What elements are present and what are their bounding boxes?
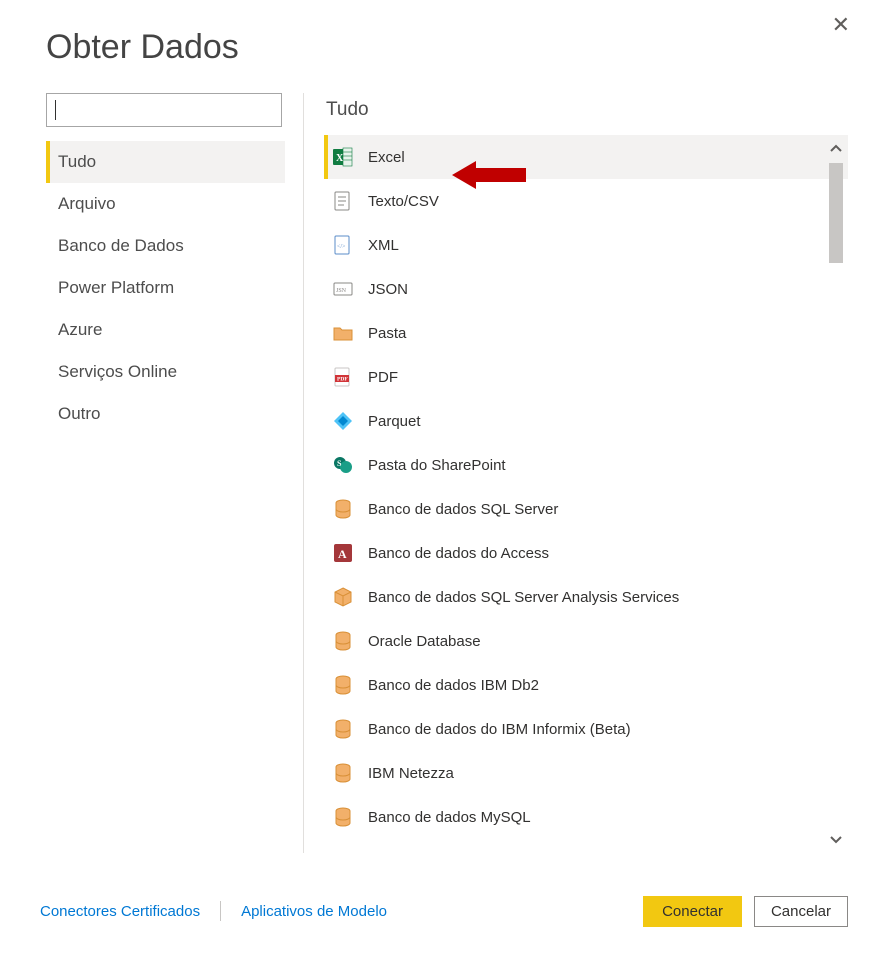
connector-item-cube-10[interactable]: Banco de dados SQL Server Analysis Servi… [324, 575, 848, 619]
category-item-banco-de-dados[interactable]: Banco de Dados [46, 225, 285, 267]
footer: Conectores Certificados Aplicativos de M… [34, 893, 848, 929]
connector-item-label: Banco de dados IBM Db2 [368, 677, 539, 694]
chevron-up-icon [829, 142, 843, 156]
category-item-label: Serviços Online [58, 362, 177, 381]
scroll-track[interactable] [829, 163, 843, 825]
category-item-label: Outro [58, 404, 101, 423]
connector-item-db-11[interactable]: Oracle Database [324, 619, 848, 663]
connector-item-db-14[interactable]: IBM Netezza [324, 751, 848, 795]
sharepoint-icon: S [332, 454, 354, 476]
main-panel: Tudo X Excel Texto/CSV </> XML JSN JSON Pasta PD… [304, 93, 848, 853]
connector-item-label: Banco de dados SQL Server [368, 501, 558, 518]
folder-icon [332, 322, 354, 344]
connector-item-label: Banco de dados do Access [368, 545, 549, 562]
svg-text:A: A [338, 547, 347, 561]
connector-item-label: PDF [368, 369, 398, 386]
access-icon: A [332, 542, 354, 564]
category-item-power-platform[interactable]: Power Platform [46, 267, 285, 309]
category-item-label: Azure [58, 320, 102, 339]
connector-item-db-13[interactable]: Banco de dados do IBM Informix (Beta) [324, 707, 848, 751]
chevron-down-icon [829, 832, 843, 846]
scrollbar[interactable] [824, 135, 848, 853]
category-item-label: Power Platform [58, 278, 174, 297]
panel-header: Tudo [324, 93, 848, 135]
category-item-label: Tudo [58, 152, 96, 171]
xml-icon: </> [332, 234, 354, 256]
connector-item-label: Pasta [368, 325, 406, 342]
connector-list-wrap: XExcelTexto/CSV</>XMLJSNJSONPastaPDFPDFP… [324, 135, 848, 853]
text-icon [332, 190, 354, 212]
category-item-serviços-online[interactable]: Serviços Online [46, 351, 285, 393]
cancel-button[interactable]: Cancelar [754, 896, 848, 927]
db-icon [332, 762, 354, 784]
connect-button[interactable]: Conectar [643, 896, 742, 927]
connector-item-db-8[interactable]: Banco de dados SQL Server [324, 487, 848, 531]
connector-list: XExcelTexto/CSV</>XMLJSNJSONPastaPDFPDFP… [324, 135, 848, 853]
scroll-down-button[interactable] [824, 825, 848, 853]
connector-item-label: Banco de dados MySQL [368, 809, 531, 826]
connector-item-pdf-5[interactable]: PDF PDF [324, 355, 848, 399]
excel-icon: X [332, 146, 354, 168]
connector-item-label: Oracle Database [368, 633, 481, 650]
connector-item-db-12[interactable]: Banco de dados IBM Db2 [324, 663, 848, 707]
db-icon [332, 630, 354, 652]
text-caret [55, 100, 56, 120]
connector-item-label: Parquet [368, 413, 421, 430]
connector-item-text-1[interactable]: Texto/CSV [324, 179, 848, 223]
svg-text:JSN: JSN [336, 288, 347, 294]
search-input[interactable] [46, 93, 282, 127]
category-item-tudo[interactable]: Tudo [46, 141, 285, 183]
connector-item-db-15[interactable]: Banco de dados MySQL [324, 795, 848, 839]
scroll-up-button[interactable] [824, 135, 848, 163]
connector-item-label: Excel [368, 149, 405, 166]
connector-item-label: IBM Netezza [368, 765, 454, 782]
close-icon: ✕ [832, 12, 850, 37]
connector-item-access-9[interactable]: A Banco de dados do Access [324, 531, 848, 575]
connector-item-label: Pasta do SharePoint [368, 457, 506, 474]
category-item-arquivo[interactable]: Arquivo [46, 183, 285, 225]
scroll-thumb[interactable] [829, 163, 843, 263]
connector-item-sharepoint-7[interactable]: S Pasta do SharePoint [324, 443, 848, 487]
connector-item-label: JSON [368, 281, 408, 298]
connector-item-folder-4[interactable]: Pasta [324, 311, 848, 355]
connector-item-label: Banco de dados do IBM Informix (Beta) [368, 721, 631, 738]
connector-item-parquet-6[interactable]: Parquet [324, 399, 848, 443]
dialog-title: Obter Dados [0, 0, 876, 93]
category-item-azure[interactable]: Azure [46, 309, 285, 351]
svg-text:</>: </> [337, 244, 346, 250]
connector-item-label: Banco de dados SQL Server Analysis Servi… [368, 589, 679, 606]
connector-item-xml-2[interactable]: </> XML [324, 223, 848, 267]
category-item-label: Arquivo [58, 194, 116, 213]
parquet-icon [332, 410, 354, 432]
connector-item-label: XML [368, 237, 399, 254]
close-button[interactable]: ✕ [832, 14, 850, 36]
connector-item-label: Texto/CSV [368, 193, 439, 210]
db-icon [332, 718, 354, 740]
category-item-label: Banco de Dados [58, 236, 184, 255]
svg-text:S: S [337, 459, 342, 468]
svg-text:PDF: PDF [337, 377, 348, 383]
connector-item-json-3[interactable]: JSN JSON [324, 267, 848, 311]
connector-item-excel-0[interactable]: X Excel [324, 135, 848, 179]
json-icon: JSN [332, 278, 354, 300]
db-icon [332, 498, 354, 520]
cube-icon [332, 586, 354, 608]
category-item-outro[interactable]: Outro [46, 393, 285, 435]
template-apps-link[interactable]: Aplicativos de Modelo [235, 903, 393, 920]
pdf-icon: PDF [332, 366, 354, 388]
sidebar: Tudo Arquivo Banco de Dados Power Platform A… [46, 93, 304, 853]
category-list: Tudo Arquivo Banco de Dados Power Platform A… [46, 141, 285, 435]
db-icon [332, 806, 354, 828]
svg-text:X: X [336, 153, 344, 164]
content-area: Tudo Arquivo Banco de Dados Power Platform A… [0, 93, 876, 853]
db-icon [332, 674, 354, 696]
footer-separator [220, 901, 221, 921]
certified-connectors-link[interactable]: Conectores Certificados [34, 903, 206, 920]
